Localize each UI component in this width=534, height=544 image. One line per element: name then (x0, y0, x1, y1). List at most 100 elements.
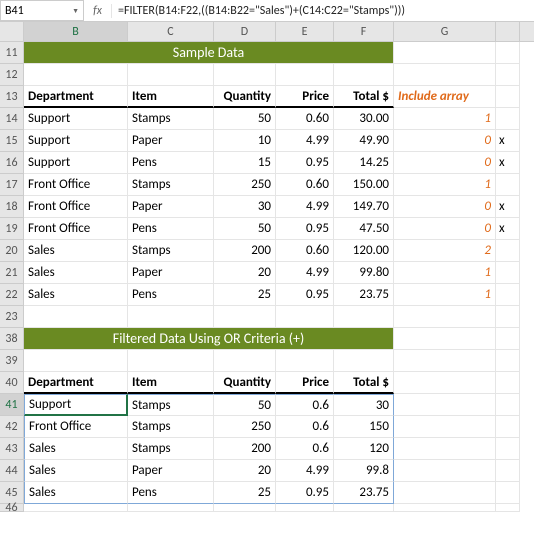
cell[interactable]: Sales (24, 240, 128, 262)
row-head[interactable]: 42 (0, 416, 24, 438)
cell[interactable]: Paper (128, 130, 214, 152)
cell[interactable]: 50 (214, 394, 276, 416)
cell[interactable]: 99.8 (334, 460, 394, 482)
cell[interactable] (394, 438, 496, 460)
cell[interactable] (496, 240, 520, 262)
cell[interactable]: 14.25 (334, 152, 394, 174)
cell[interactable] (394, 328, 496, 350)
cell[interactable]: 47.50 (334, 218, 394, 240)
cell[interactable] (496, 394, 520, 416)
cell[interactable]: 20 (214, 262, 276, 284)
cell[interactable]: 25 (214, 284, 276, 306)
row-head[interactable]: 15 (0, 130, 24, 152)
cell[interactable]: 0.60 (276, 108, 334, 130)
th-quantity[interactable]: Quantity (214, 372, 276, 394)
include-array-value[interactable]: 0 (394, 196, 496, 218)
cell[interactable]: Sales (24, 460, 128, 482)
cell[interactable]: Support (24, 130, 128, 152)
row-head[interactable]: 41 (0, 394, 24, 416)
col-head-D[interactable]: D (214, 22, 276, 41)
cell[interactable]: 0.95 (276, 218, 334, 240)
cell[interactable] (496, 350, 520, 372)
cell[interactable]: 150 (334, 416, 394, 438)
th-quantity[interactable]: Quantity (214, 86, 276, 108)
cell[interactable] (496, 42, 520, 64)
cell[interactable] (394, 394, 496, 416)
cell[interactable]: 250 (214, 174, 276, 196)
cell[interactable] (394, 416, 496, 438)
cell[interactable] (214, 350, 276, 372)
cell[interactable]: Stamps (128, 394, 214, 416)
cell[interactable] (496, 108, 520, 130)
cell[interactable] (496, 372, 520, 394)
cell[interactable] (214, 306, 276, 328)
cell[interactable]: Sales (24, 262, 128, 284)
row-head[interactable]: 12 (0, 64, 24, 86)
cell[interactable] (394, 504, 496, 512)
cell[interactable]: 4.99 (276, 460, 334, 482)
cell[interactable]: 4.99 (276, 196, 334, 218)
row-head[interactable]: 19 (0, 218, 24, 240)
cell[interactable]: 4.99 (276, 130, 334, 152)
row-head[interactable]: 13 (0, 86, 24, 108)
include-array-value[interactable]: 0 (394, 152, 496, 174)
cell[interactable]: Paper (128, 460, 214, 482)
cell[interactable] (394, 460, 496, 482)
cell[interactable]: 50 (214, 218, 276, 240)
cell[interactable] (24, 504, 128, 512)
cell[interactable]: 200 (214, 438, 276, 460)
th-item[interactable]: Item (128, 86, 214, 108)
cell[interactable] (334, 64, 394, 86)
cell[interactable] (214, 504, 276, 512)
cell[interactable]: 23.75 (334, 482, 394, 504)
cell[interactable]: 23.75 (334, 284, 394, 306)
cell[interactable]: x (496, 152, 520, 174)
cell[interactable] (496, 262, 520, 284)
cell[interactable] (24, 306, 128, 328)
cell[interactable]: Pens (128, 218, 214, 240)
cell[interactable] (394, 372, 496, 394)
include-array-value[interactable]: 1 (394, 284, 496, 306)
cell[interactable]: 4.99 (276, 262, 334, 284)
cell[interactable]: 200 (214, 240, 276, 262)
th-include-array[interactable]: Include array (394, 86, 496, 108)
cell[interactable]: 0.6 (276, 416, 334, 438)
col-head-G[interactable]: G (394, 22, 496, 41)
cell[interactable]: Paper (128, 196, 214, 218)
row-head[interactable]: 21 (0, 262, 24, 284)
cell[interactable] (496, 284, 520, 306)
cell[interactable] (334, 504, 394, 512)
cell[interactable] (496, 482, 520, 504)
cell[interactable]: x (496, 218, 520, 240)
cell[interactable]: x (496, 130, 520, 152)
cell[interactable]: 150.00 (334, 174, 394, 196)
cell[interactable]: x (496, 196, 520, 218)
col-head-E[interactable]: E (276, 22, 334, 41)
cell[interactable]: Front Office (24, 416, 128, 438)
cell[interactable]: 120 (334, 438, 394, 460)
th-total[interactable]: Total $ (334, 372, 394, 394)
cell[interactable]: 10 (214, 130, 276, 152)
cell[interactable]: Sales (24, 482, 128, 504)
row-head[interactable]: 14 (0, 108, 24, 130)
cell[interactable] (276, 350, 334, 372)
cell[interactable] (496, 438, 520, 460)
cell[interactable] (128, 64, 214, 86)
row-head[interactable]: 23 (0, 306, 24, 328)
cell[interactable]: 0.6 (276, 438, 334, 460)
cell[interactable]: 30.00 (334, 108, 394, 130)
cell[interactable]: 0.60 (276, 240, 334, 262)
cell[interactable]: 0.60 (276, 174, 334, 196)
cell[interactable] (496, 64, 520, 86)
row-head[interactable]: 46 (0, 504, 24, 512)
banner-sample-data[interactable]: Sample Data (24, 42, 394, 64)
cell[interactable]: 50 (214, 108, 276, 130)
cell[interactable]: Support (24, 108, 128, 130)
cell[interactable]: 149.70 (334, 196, 394, 218)
cell[interactable]: Front Office (24, 218, 128, 240)
th-price[interactable]: Price (276, 86, 334, 108)
cell[interactable]: 25 (214, 482, 276, 504)
col-head-B[interactable]: B (24, 22, 128, 41)
cell[interactable] (276, 504, 334, 512)
cell[interactable] (496, 306, 520, 328)
